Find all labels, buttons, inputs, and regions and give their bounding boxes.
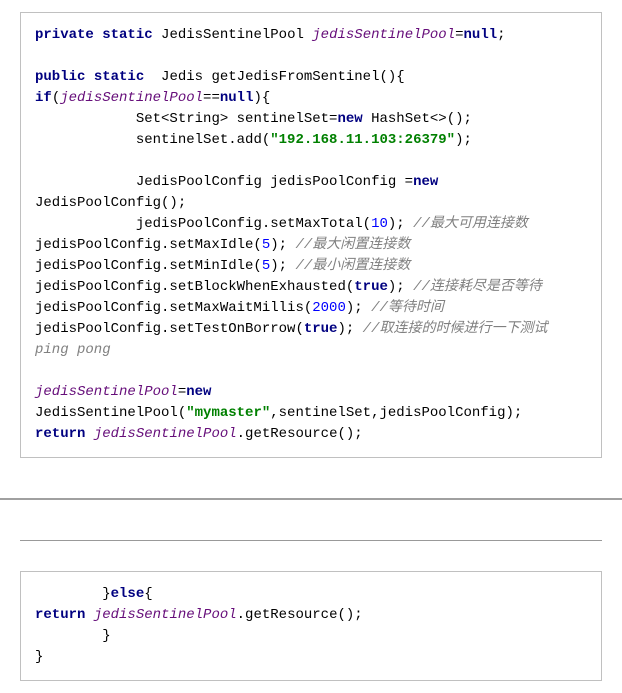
- field-ref-3: jedisSentinelPool: [94, 426, 237, 442]
- field-ref-4: jedisSentinelPool: [94, 607, 237, 623]
- kw-true-2: true: [304, 321, 338, 337]
- line12-post: );: [337, 321, 362, 337]
- line15-post: .getResource();: [237, 426, 363, 442]
- b2-line3: }: [35, 628, 111, 644]
- string-host: "192.168.11.103:26379": [270, 132, 455, 148]
- b2-line1-post: {: [144, 586, 152, 602]
- kw-if: if: [35, 90, 52, 106]
- semicolon: ;: [497, 27, 505, 43]
- line9-pre: jedisPoolConfig.setMinIdle(: [35, 258, 262, 274]
- kw-return-1: return: [35, 426, 85, 442]
- type-name: JedisSentinelPool: [161, 27, 312, 43]
- num-2000: 2000: [312, 300, 346, 316]
- comment-block: //连接耗尽是否等待: [413, 279, 542, 295]
- line11-pre: jedisPoolConfig.setMaxWaitMillis(: [35, 300, 312, 316]
- kw-public: public: [35, 69, 85, 85]
- line4-post: HashSet<>();: [363, 111, 472, 127]
- line8-post: );: [270, 237, 295, 253]
- line10-pre: jedisPoolConfig.setBlockWhenExhausted(: [35, 279, 354, 295]
- method-sig: Jedis getJedisFromSentinel(){: [144, 69, 404, 85]
- line12-pre: jedisPoolConfig.setTestOnBorrow(: [35, 321, 304, 337]
- kw-new-2: new: [413, 174, 438, 190]
- line6-pre: JedisPoolConfig jedisPoolConfig =: [35, 174, 413, 190]
- kw-true-1: true: [354, 279, 388, 295]
- line14-pre: JedisSentinelPool(: [35, 405, 186, 421]
- code-content-1: private static JedisSentinelPool jedisSe…: [35, 25, 587, 445]
- num-10: 10: [371, 216, 388, 232]
- kw-static: static: [102, 27, 152, 43]
- code-block-1: private static JedisSentinelPool jedisSe…: [20, 12, 602, 458]
- field-ref-2: jedisSentinelPool: [35, 384, 178, 400]
- num-5a: 5: [262, 237, 270, 253]
- kw-null: null: [464, 27, 498, 43]
- string-master: "mymaster": [186, 405, 270, 421]
- paren-open: (: [52, 90, 60, 106]
- line5-pre: sentinelSet.add(: [35, 132, 270, 148]
- kw-null-2: null: [220, 90, 254, 106]
- kw-return-2: return: [35, 607, 85, 623]
- op-eqeq: ==: [203, 90, 220, 106]
- line14-post: ,sentinelSet,jedisPoolConfig);: [270, 405, 522, 421]
- kw-static-2: static: [94, 69, 144, 85]
- paren-close: ){: [253, 90, 270, 106]
- divider-heavy: [0, 498, 622, 500]
- divider-light: [20, 540, 602, 541]
- line7-pre: jedisPoolConfig.setMaxTotal(: [35, 216, 371, 232]
- code-content-2: }else{ return jedisSentinelPool.getResou…: [35, 584, 587, 668]
- line11-post: );: [346, 300, 371, 316]
- field-ref: jedisSentinelPool: [60, 90, 203, 106]
- line8-pre: jedisPoolConfig.setMaxIdle(: [35, 237, 262, 253]
- b2-line2-post: .getResource();: [237, 607, 363, 623]
- line7-post: );: [388, 216, 413, 232]
- kw-else: else: [111, 586, 145, 602]
- b2-sp: [85, 607, 93, 623]
- kw-new-3: new: [186, 384, 211, 400]
- field-name: jedisSentinelPool: [312, 27, 455, 43]
- b2-line4: }: [35, 649, 43, 665]
- line10-post: );: [388, 279, 413, 295]
- line9-post: );: [270, 258, 295, 274]
- comment-maxidle: //最大闲置连接数: [295, 237, 410, 253]
- b2-line1-pre: }: [35, 586, 111, 602]
- code-block-2: }else{ return jedisSentinelPool.getResou…: [20, 571, 602, 681]
- comment-maxtotal: //最大可用连接数: [413, 216, 528, 232]
- line5-post: );: [455, 132, 472, 148]
- num-5b: 5: [262, 258, 270, 274]
- comment-wait: //等待时间: [371, 300, 444, 316]
- op-eq: =: [455, 27, 463, 43]
- comment-minidle: //最小闲置连接数: [295, 258, 410, 274]
- line4-pre: Set<String> sentinelSet=: [35, 111, 337, 127]
- kw-new-1: new: [337, 111, 362, 127]
- op-eq-2: =: [178, 384, 186, 400]
- sp: [85, 426, 93, 442]
- kw-private: private: [35, 27, 94, 43]
